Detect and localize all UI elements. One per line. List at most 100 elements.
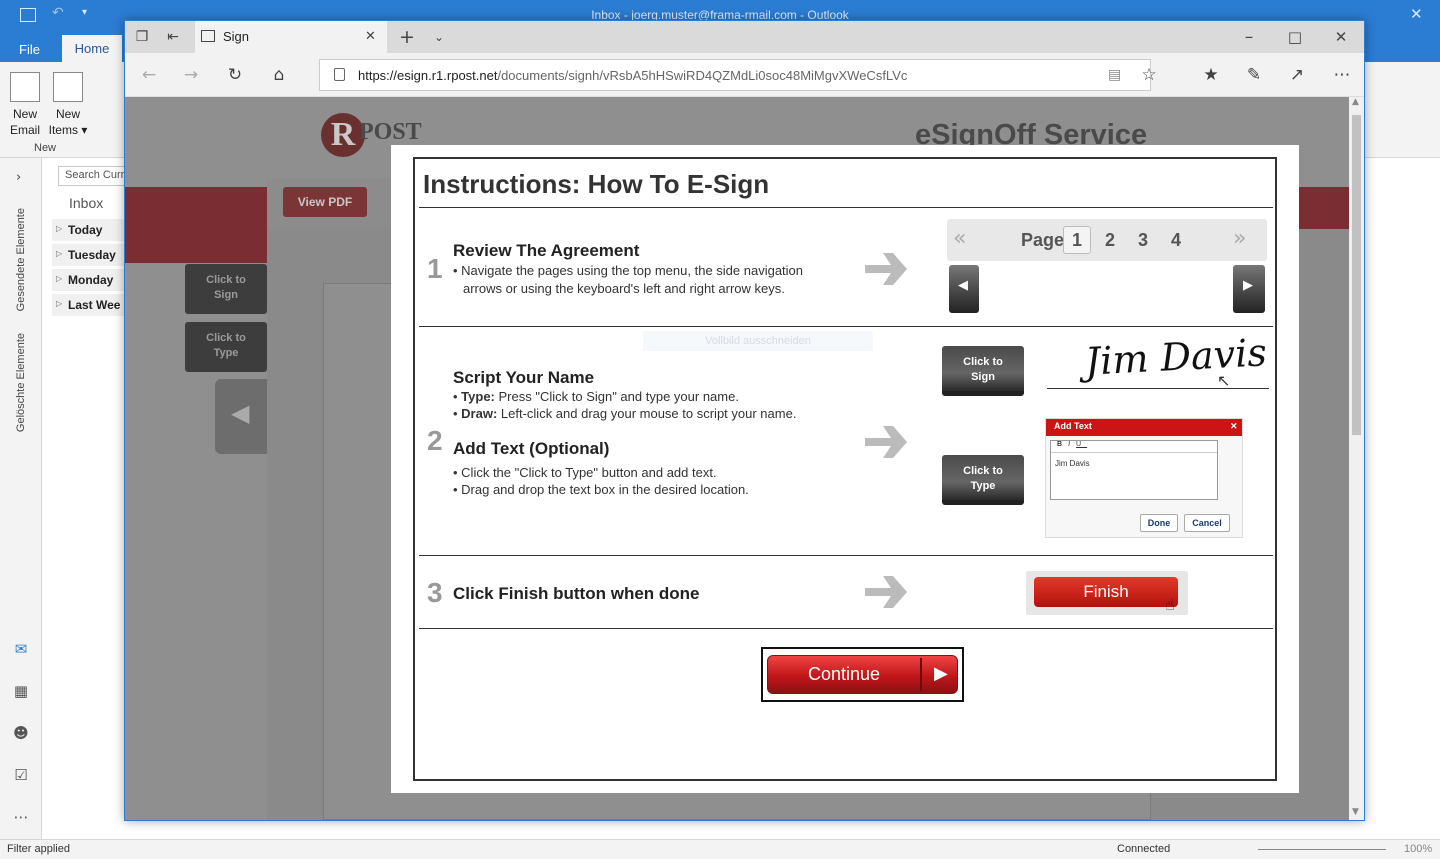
new-items-label-2: Items ▾ [48, 123, 88, 137]
tab-list-chevron-icon[interactable]: ⌄ [427, 25, 451, 49]
draw-bold: Draw: [461, 406, 498, 421]
divider-step2 [419, 555, 1273, 556]
demo-cancel-button[interactable]: Cancel [1184, 514, 1230, 532]
expand-pane-chevron-icon[interactable]: › [16, 170, 21, 185]
type-text: Press "Click to Sign" and type your name… [494, 389, 739, 404]
scroll-up-icon[interactable]: ▲ [1352, 97, 1359, 107]
sent-items-label[interactable]: Gesendete Elemente [15, 208, 27, 311]
step2-heading-addtext: Add Text (Optional) [453, 439, 610, 458]
demo-type-label-2: Type [970, 480, 996, 492]
people-icon[interactable]: ☻ [12, 725, 30, 741]
italic-tool[interactable]: I [1068, 441, 1076, 448]
set-tabs-aside-icon[interactable]: ⇤ [161, 25, 185, 49]
demo-finish-button[interactable]: Finish [1034, 577, 1178, 607]
step1-bullet-2: arrows or using the keyboard's left and … [463, 281, 785, 296]
close-window-icon[interactable]: ✕ [1329, 25, 1353, 49]
modal-title: Instructions: How To E-Sign [423, 169, 770, 199]
underline-tool[interactable]: U [1076, 441, 1087, 448]
group-today[interactable]: Today [52, 219, 126, 241]
reading-view-icon[interactable]: ▤ [1108, 66, 1121, 83]
new-tab-icon[interactable]: + [395, 25, 419, 49]
signature-sample: Jim Davis [1083, 330, 1268, 384]
new-items-label-1: New [55, 107, 80, 121]
favorites-hub-icon[interactable]: ★ [1199, 63, 1223, 87]
url-domain: https://esign.r1.rpost.net [358, 68, 498, 83]
page-icon [201, 30, 215, 42]
tab-home[interactable]: Home [62, 35, 122, 62]
step2-draw-bullet: • Draw: Left-click and drag your mouse t… [453, 406, 797, 421]
step2-number: 2 [427, 425, 443, 456]
outlook-folder-pane-collapsed: › Gesendete Elemente Gelöschte Elemente … [0, 158, 42, 839]
edge-browser-window: ❐ ⇤ Sign ✕ + ⌄ – □ ✕ ← → ↻ ⌂ https://esi… [124, 20, 1365, 821]
scroll-thumb[interactable] [1352, 115, 1361, 435]
add-text-header: Add Text ✕ [1046, 419, 1242, 436]
step1-arrow-icon [865, 253, 907, 285]
calendar-icon[interactable]: ▦ [12, 683, 30, 699]
group-monday[interactable]: Monday [52, 269, 126, 291]
refresh-icon[interactable]: ↻ [223, 63, 247, 87]
minimize-icon[interactable]: – [1237, 25, 1261, 49]
add-text-close-icon[interactable]: ✕ [1230, 421, 1238, 432]
ribbon-group-new-label: New [34, 142, 57, 154]
url-input[interactable]: https://esign.r1.rpost.net/documents/sig… [319, 59, 1151, 91]
hand-cursor-icon: ☝ [1165, 595, 1175, 614]
continue-divider [920, 658, 922, 691]
step2-arrow-icon [865, 426, 907, 458]
pen-icon[interactable]: ✎ [1242, 63, 1266, 87]
last-page-chevron-icon[interactable]: » [1233, 226, 1246, 251]
new-items-icon [53, 72, 83, 102]
vertical-scrollbar[interactable]: ▲ ▼ [1349, 97, 1364, 820]
continue-button[interactable]: Continue ▶ [767, 655, 958, 694]
home-icon[interactable]: ⌂ [267, 63, 291, 87]
side-click-to-sign-button[interactable]: Click to Sign [185, 264, 267, 314]
forward-icon[interactable]: → [179, 63, 203, 87]
tab-sign[interactable]: Sign ✕ [195, 21, 387, 53]
bold-tool[interactable]: B [1057, 441, 1068, 448]
demo-click-to-sign-button[interactable]: Click to Sign [942, 346, 1024, 396]
edge-tab-bar: ❐ ⇤ Sign ✕ + ⌄ – □ ✕ [125, 21, 1364, 53]
demo-sign-label-2: Sign [971, 371, 995, 383]
step2-bullet-b1: • Click the "Click to Type" button and a… [453, 465, 717, 480]
group-last-week[interactable]: Last Wee [52, 294, 126, 316]
zoom-level[interactable]: 100% [1404, 843, 1432, 855]
more-icon[interactable]: ⋯ [12, 809, 30, 825]
maximize-icon[interactable]: □ [1283, 25, 1307, 49]
demo-done-button[interactable]: Done [1140, 514, 1178, 532]
zoom-slider[interactable] [1258, 849, 1386, 850]
tasks-icon[interactable]: ☑ [12, 767, 30, 783]
inbox-label: Inbox [69, 195, 104, 211]
prev-page-arrow-button[interactable]: ◀ [949, 265, 979, 313]
page-3-button[interactable]: 3 [1138, 230, 1148, 251]
side-type-label-1: Click to [206, 332, 246, 344]
step2-heading-script: Script Your Name [453, 368, 595, 387]
page-4-button[interactable]: 4 [1171, 230, 1181, 251]
demo-click-to-type-button[interactable]: Click to Type [942, 455, 1024, 505]
new-items-button[interactable]: New Items ▾ [46, 72, 90, 138]
side-click-to-type-button[interactable]: Click to Type [185, 322, 267, 372]
page-1-button[interactable]: 1 [1063, 226, 1091, 254]
deleted-items-label[interactable]: Gelöschte Elemente [15, 333, 27, 432]
scroll-down-icon[interactable]: ▼ [1352, 807, 1359, 817]
back-icon[interactable]: ← [137, 63, 161, 87]
close-tab-icon[interactable]: ✕ [365, 28, 376, 44]
first-page-chevron-icon[interactable]: « [953, 226, 966, 251]
mail-icon[interactable]: ✉ [12, 641, 30, 657]
outlook-close-icon[interactable]: ✕ [1410, 5, 1423, 23]
tab-file[interactable]: File [19, 42, 40, 57]
settings-more-icon[interactable]: ⋯ [1330, 63, 1354, 87]
divider-step3 [419, 628, 1273, 629]
tab-actions-icon[interactable]: ❐ [130, 25, 154, 49]
add-text-editor[interactable]: BIU Jim Davis [1050, 440, 1218, 500]
next-page-arrow-button[interactable]: ▶ [1233, 265, 1265, 313]
favorite-star-icon[interactable]: ☆ [1137, 63, 1161, 87]
view-pdf-button[interactable]: View PDF [283, 187, 367, 217]
signature-line [1047, 388, 1269, 389]
search-current-mailbox[interactable]: Search Curr [58, 166, 126, 186]
outlook-status-bar: Filter applied Connected 100% [0, 839, 1440, 859]
side-prev-page-button[interactable]: ◀ [215, 379, 267, 454]
page-2-button[interactable]: 2 [1105, 230, 1115, 251]
new-email-label-1: New [12, 107, 37, 121]
group-tuesday[interactable]: Tuesday [52, 244, 126, 266]
share-icon[interactable]: ↗ [1285, 63, 1309, 87]
new-email-button[interactable]: New Email [8, 72, 42, 138]
